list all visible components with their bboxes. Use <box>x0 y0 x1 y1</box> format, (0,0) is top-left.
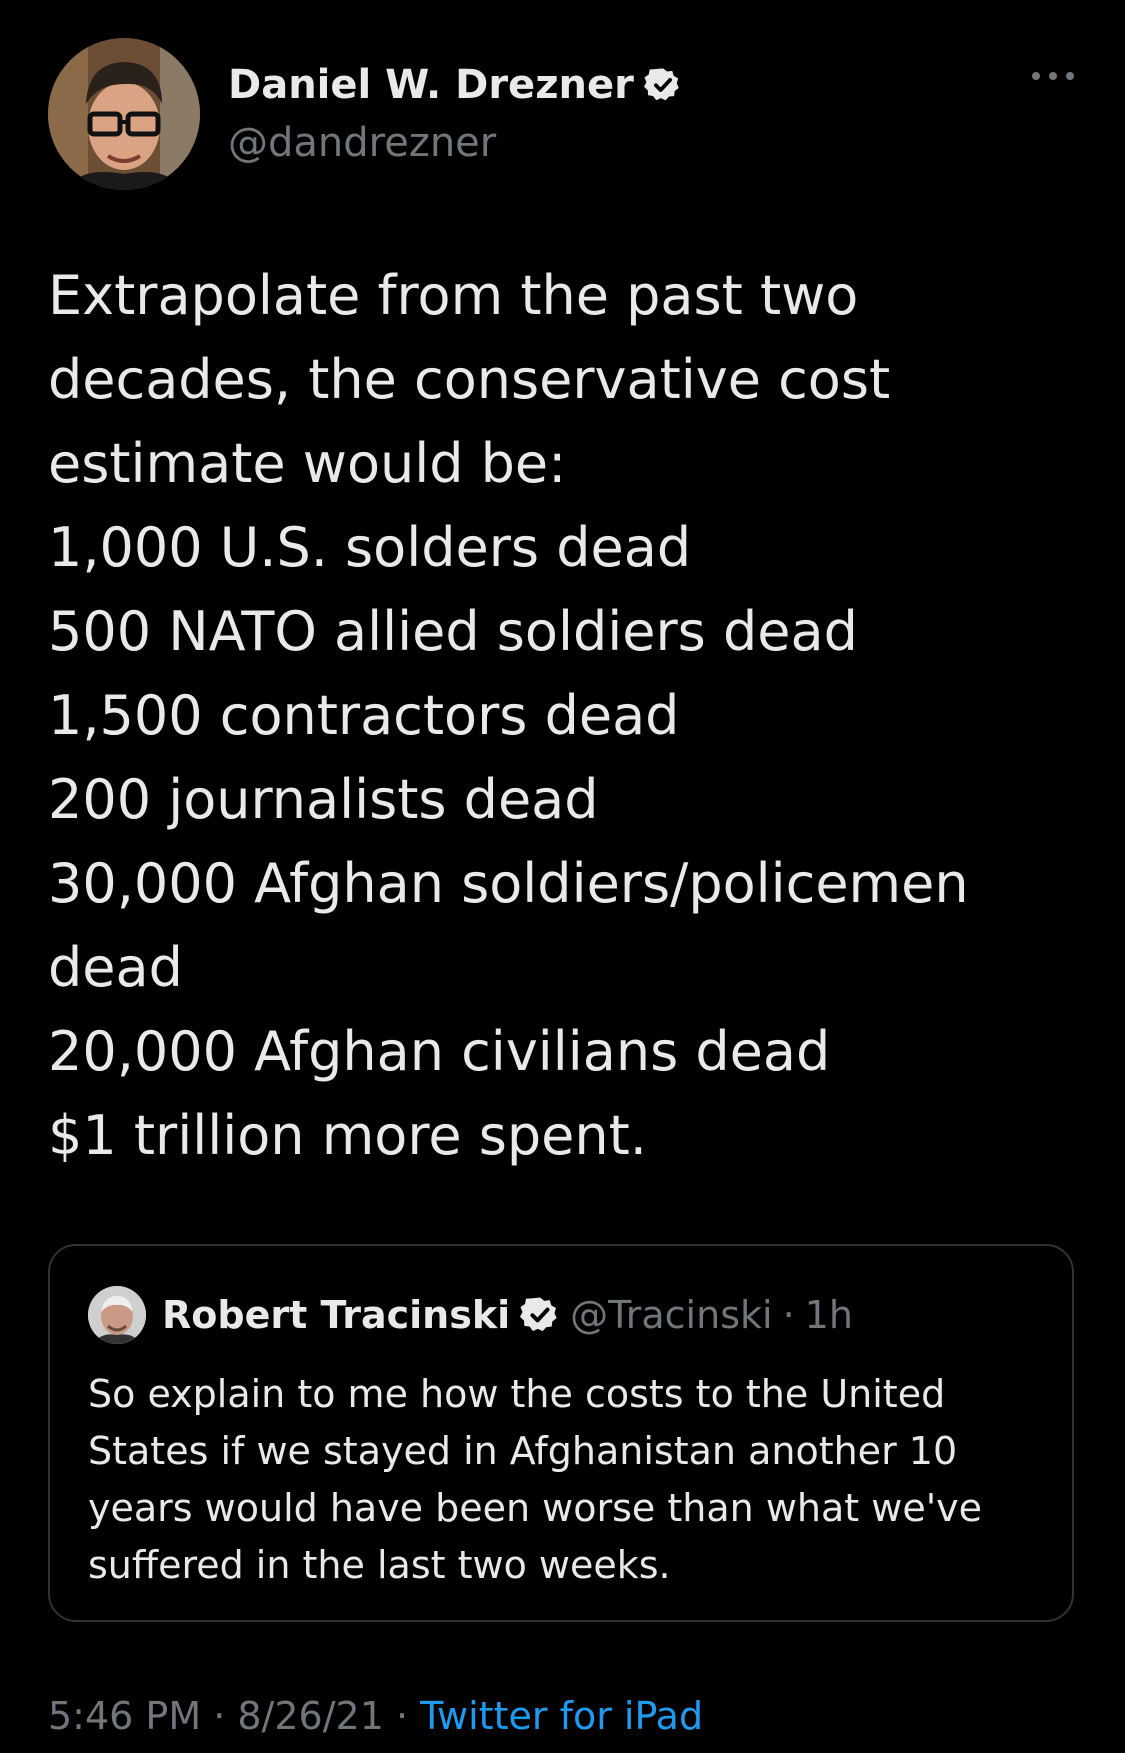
tweet-date[interactable]: 8/26/21 <box>237 1694 384 1738</box>
tweet-body-text: Extrapolate from the past two decades, t… <box>48 264 969 1167</box>
author-display-name[interactable]: Daniel W. Drezner <box>228 62 634 108</box>
quoted-tweet-card[interactable]: Robert Tracinski @Tracinski · 1h So expl… <box>48 1244 1074 1622</box>
author-avatar[interactable] <box>48 38 200 190</box>
tweet-header: Daniel W. Drezner @dandrezner <box>48 38 1078 190</box>
quoted-separator: · <box>782 1293 795 1337</box>
more-options-icon[interactable] <box>1028 66 1078 86</box>
quoted-author-handle: @Tracinski <box>570 1293 773 1337</box>
meta-separator: · <box>201 1694 238 1738</box>
profile-photo-icon <box>48 38 200 190</box>
quoted-timestamp: 1h <box>804 1293 853 1337</box>
meta-separator: · <box>383 1694 421 1738</box>
tweet-metadata: 5:46 PM · 8/26/21 · Twitter for iPad <box>48 1694 703 1738</box>
quoted-verified-badge-icon <box>520 1295 560 1335</box>
quoted-tweet-text: So explain to me how the costs to the Un… <box>88 1372 983 1587</box>
verified-badge-icon <box>643 66 682 104</box>
quoted-author-display-name: Robert Tracinski <box>162 1293 511 1337</box>
author-name-row[interactable]: Daniel W. Drezner <box>228 62 682 108</box>
quoted-author-avatar <box>88 1286 146 1344</box>
author-handle[interactable]: @dandrezner <box>228 120 496 166</box>
tweet-source-link[interactable]: Twitter for iPad <box>420 1694 703 1738</box>
quoted-tweet-header: Robert Tracinski @Tracinski · 1h <box>88 1286 853 1344</box>
quoted-profile-photo-icon <box>88 1286 146 1344</box>
tweet-time[interactable]: 5:46 PM <box>48 1694 201 1738</box>
